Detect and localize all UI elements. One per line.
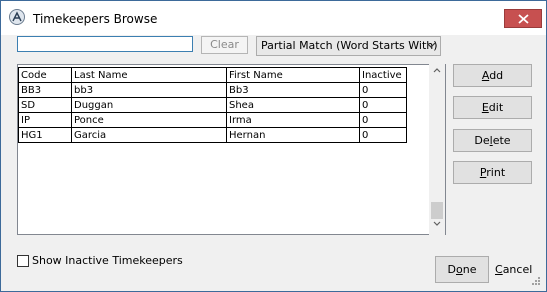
table-row[interactable]: BB3 bb3 Bb3 0	[18, 82, 407, 98]
match-mode-select[interactable]: Partial Match (Word Starts With)	[256, 36, 441, 56]
match-mode-value: Partial Match (Word Starts With)	[261, 39, 438, 52]
cell-inactive: 0	[359, 82, 407, 98]
column-header-code[interactable]: Code	[18, 67, 72, 83]
cell-last-name: Duggan	[71, 97, 227, 113]
resize-grip-icon[interactable]	[531, 276, 541, 286]
cell-inactive: 0	[359, 112, 407, 128]
table-row[interactable]: HG1 Garcia Hernan 0	[18, 127, 407, 143]
show-inactive-checkbox[interactable]	[17, 255, 29, 267]
print-button[interactable]: Print	[453, 161, 532, 184]
scroll-up-arrow-icon[interactable]	[433, 68, 441, 73]
window-title: Timekeepers Browse	[33, 12, 158, 26]
column-header-first-name[interactable]: First Name	[226, 67, 360, 83]
chevron-down-icon	[426, 42, 436, 48]
grid-vertical-scrollbar[interactable]	[429, 64, 445, 235]
cell-code: SD	[18, 97, 72, 113]
cell-first-name: Bb3	[226, 82, 360, 98]
header-row: Code Last Name First Name Inactive	[18, 67, 407, 83]
cell-inactive: 0	[359, 127, 407, 143]
column-header-inactive[interactable]: Inactive	[359, 67, 407, 83]
cell-first-name: Shea	[226, 97, 360, 113]
timekeepers-browse-dialog: Timekeepers Browse Clear Partial Match (…	[0, 0, 547, 292]
cell-last-name: Ponce	[71, 112, 227, 128]
cell-inactive: 0	[359, 97, 407, 113]
cell-first-name: Irma	[226, 112, 360, 128]
show-inactive-label[interactable]: Show Inactive Timekeepers	[32, 254, 183, 267]
add-button[interactable]: Add	[453, 64, 532, 87]
cell-code: IP	[18, 112, 72, 128]
timekeepers-grid[interactable]: Code Last Name First Name Inactive BB3 b…	[17, 64, 446, 235]
cell-last-name: bb3	[71, 82, 227, 98]
close-icon	[518, 14, 529, 24]
table-row[interactable]: SD Duggan Shea 0	[18, 97, 407, 113]
scroll-down-arrow-icon[interactable]	[433, 221, 441, 226]
clear-button[interactable]: Clear	[201, 36, 248, 54]
timekeepers-table: Code Last Name First Name Inactive BB3 b…	[18, 67, 407, 143]
column-header-last-name[interactable]: Last Name	[71, 67, 227, 83]
app-logo-icon	[9, 9, 25, 25]
table-row[interactable]: IP Ponce Irma 0	[18, 112, 407, 128]
edit-button[interactable]: Edit	[453, 96, 532, 119]
close-button[interactable]	[504, 9, 542, 28]
cell-last-name: Garcia	[71, 127, 227, 143]
delete-button[interactable]: Delete	[453, 129, 532, 152]
scrollbar-thumb[interactable]	[431, 202, 443, 219]
title-bar: Timekeepers Browse	[1, 1, 546, 35]
done-button[interactable]: Done	[435, 256, 489, 283]
cell-code: BB3	[18, 82, 72, 98]
cell-first-name: Hernan	[226, 127, 360, 143]
search-input[interactable]	[17, 36, 193, 52]
cancel-button[interactable]: Cancel	[495, 263, 532, 278]
cell-code: HG1	[18, 127, 72, 143]
